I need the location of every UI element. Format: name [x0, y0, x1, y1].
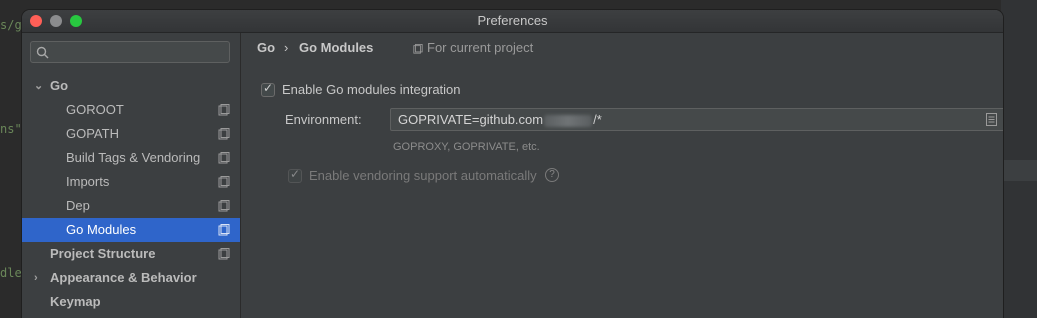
project-scope-icon [218, 152, 230, 164]
sidebar-item-label: Go [50, 78, 69, 93]
project-scope-icon [218, 200, 230, 212]
sidebar-item-label: Go Modules [66, 222, 137, 237]
sidebar-item-label: GOPATH [66, 126, 119, 141]
search-icon [36, 46, 49, 59]
breadcrumb-go-modules: Go Modules [299, 40, 374, 55]
project-scope-icon [413, 44, 423, 54]
sidebar-item-label: GOROOT [66, 102, 124, 117]
scope-label: For current project [427, 40, 534, 55]
background-right-panel [1001, 0, 1037, 318]
sidebar-item-label: Keymap [50, 294, 101, 309]
title-bar: Preferences [22, 10, 1003, 33]
enable-modules-label[interactable]: Enable Go modules integration [282, 82, 461, 97]
sidebar-item-goroot[interactable]: GOROOT [22, 98, 240, 122]
project-scope-icon [218, 104, 230, 116]
enable-vendoring-checkbox[interactable]: ✓ [288, 167, 302, 183]
project-scope-icon [218, 176, 230, 188]
environment-value: GOPRIVATE=github.com /* [398, 112, 602, 127]
enable-modules-checkbox[interactable]: ✓ [261, 81, 275, 97]
help-icon[interactable]: ? [545, 168, 559, 182]
chevron-down-icon[interactable]: ⌄ [34, 74, 43, 98]
preferences-window: Preferences ⌄ Go GOROOT GOPATH Build Tag… [22, 10, 1003, 318]
sidebar-item-label: Imports [66, 174, 110, 189]
code-line: s/g [0, 18, 22, 32]
sidebar-item-go[interactable]: ⌄ Go [22, 74, 240, 98]
search-input[interactable] [30, 41, 230, 63]
code-line: dle [0, 266, 22, 280]
highlighted-line [1001, 160, 1037, 181]
environment-label: Environment: [285, 112, 362, 127]
code-line: ns" [0, 122, 22, 136]
settings-content: Go › Go Modules For current project ✓ En… [241, 33, 1003, 318]
checkmark-icon: ✓ [263, 81, 274, 95]
checkmark-icon: ✓ [290, 167, 301, 181]
project-scope-icon [218, 128, 230, 140]
environment-field[interactable]: GOPRIVATE=github.com /* [390, 108, 1003, 131]
sidebar-item-label: Project Structure [50, 246, 156, 261]
environment-value-prefix: GOPRIVATE=github.com [398, 112, 544, 127]
project-scope-icon [218, 248, 230, 260]
sidebar-item-project-structure[interactable]: Project Structure [22, 242, 240, 266]
redacted-text [544, 114, 593, 127]
sidebar-item-label: Dep [66, 198, 90, 213]
sidebar-item-build-tags[interactable]: Build Tags & Vendoring [22, 146, 240, 170]
environment-value-suffix: /* [593, 112, 602, 127]
window-title: Preferences [477, 13, 548, 28]
sidebar-item-dep[interactable]: Dep [22, 194, 240, 218]
sidebar-item-label: Build Tags & Vendoring [66, 150, 201, 165]
breadcrumb-separator: › [284, 40, 289, 55]
project-scope-icon [218, 224, 230, 236]
expand-editor-icon[interactable] [986, 113, 997, 126]
settings-sidebar: ⌄ Go GOROOT GOPATH Build Tags & Vendorin… [22, 33, 241, 318]
enable-vendoring-label: Enable vendoring support automatically [309, 168, 537, 183]
sidebar-item-go-modules[interactable]: Go Modules [22, 218, 240, 242]
breadcrumb-go[interactable]: Go [257, 40, 275, 55]
sidebar-item-keymap[interactable]: Keymap [22, 290, 240, 314]
chevron-right-icon[interactable]: › [34, 266, 38, 290]
sidebar-item-imports[interactable]: Imports [22, 170, 240, 194]
sidebar-item-appearance[interactable]: › Appearance & Behavior [22, 266, 240, 290]
sidebar-item-label: Appearance & Behavior [50, 270, 197, 285]
environment-hint: GOPROXY, GOPRIVATE, etc. [393, 141, 540, 153]
sidebar-item-gopath[interactable]: GOPATH [22, 122, 240, 146]
